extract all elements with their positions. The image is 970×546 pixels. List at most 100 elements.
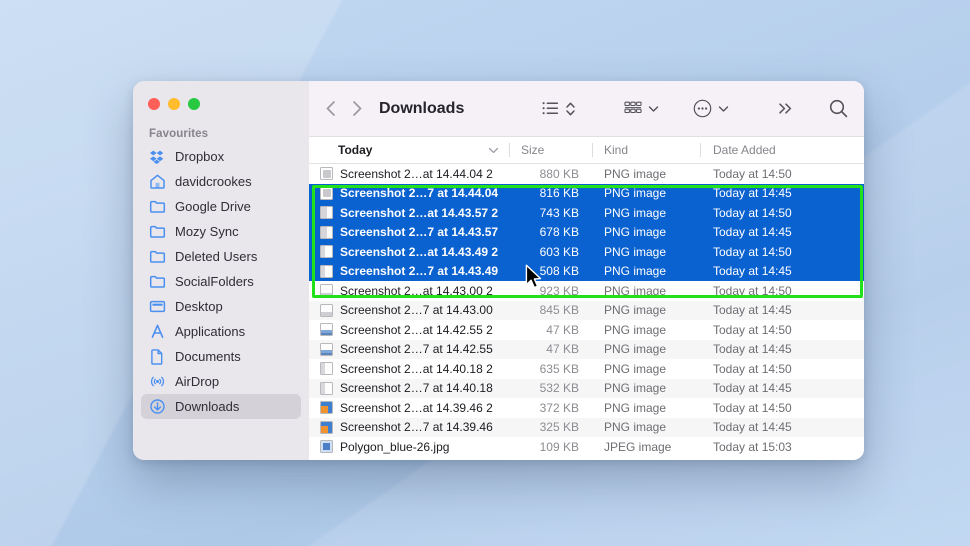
list-view-icon[interactable] — [542, 101, 559, 116]
file-name-cell: Screenshot 2…at 14.40.18 2 — [309, 362, 509, 376]
column-sort-chevron-icon[interactable] — [488, 143, 499, 157]
table-row[interactable]: Screenshot 2…7 at 14.42.55 47 KB PNG image… — [309, 339, 864, 359]
table-row[interactable]: Screenshot 2…at 14.43.57 2 743 KB PNG imag… — [309, 203, 864, 223]
file-thumbnail-icon — [320, 401, 333, 415]
file-size-cell: 635 KB — [539, 361, 579, 376]
forward-icon[interactable] — [352, 100, 363, 117]
sidebar-item-label: Deleted Users — [175, 249, 258, 264]
file-name-cell: Screenshot 2…7 at 14.40.18 — [309, 381, 509, 395]
file-kind-cell: PNG image — [604, 420, 667, 435]
table-row[interactable]: Screenshot 2…7 at 14.43.57 678 KB PNG imag… — [309, 222, 864, 242]
table-row[interactable]: Screenshot 2…7 at 14.43.00 845 KB PNG imag… — [309, 300, 864, 320]
table-row[interactable]: Screenshot 2…7 at 14.39.46 325 KB PNG imag… — [309, 417, 864, 437]
sidebar-item-list: Dropbox davidcrookes Google Drive Mozy Syn… — [133, 144, 309, 419]
back-icon[interactable] — [325, 100, 336, 117]
sidebar-item-google-drive[interactable]: Google Drive — [141, 194, 301, 219]
folder-icon — [149, 248, 166, 265]
sort-updown-icon[interactable] — [565, 101, 576, 117]
file-name-cell: Screenshot 2…7 at 14.42.55 — [309, 342, 509, 356]
file-date-added-cell: Today at 14:45 — [713, 264, 792, 279]
group-grid-icon[interactable] — [624, 101, 642, 116]
file-size-cell: 923 KB — [539, 283, 579, 298]
file-name-label: Polygon_blue-26.jpg — [340, 439, 450, 454]
file-list[interactable]: Screenshot 2…at 14.44.04 2 880 KB PNG imag… — [309, 164, 864, 460]
file-kind-cell: PNG image — [604, 186, 667, 201]
sidebar-item-label: Applications — [175, 324, 246, 339]
file-kind-cell: PNG image — [604, 244, 667, 259]
column-header-kind[interactable]: Kind — [592, 137, 700, 163]
airdrop-icon — [149, 373, 166, 390]
sidebar-item-downloads[interactable]: Downloads — [141, 394, 301, 419]
file-thumbnail-icon — [320, 167, 333, 181]
file-name-label: Screenshot 2…at 14.44.04 2 — [340, 166, 493, 181]
sidebar-item-deleted-users[interactable]: Deleted Users — [141, 244, 301, 269]
file-name-label: Screenshot 2…at 14.43.57 2 — [340, 205, 499, 220]
sidebar-item-label: Google Drive — [175, 199, 251, 214]
file-name-label: Screenshot 2…7 at 14.42.55 — [340, 342, 493, 357]
file-name-label: Screenshot 2…7 at 14.43.00 — [340, 303, 493, 318]
file-date-added-cell: Today at 14:45 — [713, 420, 792, 435]
sidebar-item-desktop[interactable]: Desktop — [141, 294, 301, 319]
sidebar-item-label: Mozy Sync — [175, 224, 239, 239]
sidebar-item-mozy-sync[interactable]: Mozy Sync — [141, 219, 301, 244]
action-chevron-down-icon[interactable] — [718, 105, 729, 113]
table-row[interactable]: Screenshot 2…7 at 14.40.18 532 KB PNG imag… — [309, 378, 864, 398]
file-thumbnail-icon — [320, 323, 333, 337]
table-row[interactable]: Screenshot 2…at 14.43.49 2 603 KB PNG imag… — [309, 242, 864, 262]
file-date-added-cell: Today at 14:45 — [713, 186, 792, 201]
file-date-added-cell: Today at 14:45 — [713, 303, 792, 318]
table-row[interactable]: Screenshot 2…at 14.44.04 2 880 KB PNG imag… — [309, 164, 864, 184]
table-row[interactable]: Screenshot 2…at 14.42.55 2 47 KB PNG image… — [309, 320, 864, 340]
minimize-button[interactable] — [168, 98, 180, 110]
sidebar-item-dropbox[interactable]: Dropbox — [141, 144, 301, 169]
file-size-cell: 603 KB — [539, 244, 579, 259]
column-header-size[interactable]: Size — [509, 137, 592, 163]
file-thumbnail-icon — [320, 186, 333, 200]
sidebar-item-label: Downloads — [175, 399, 240, 414]
file-thumbnail-icon — [320, 245, 333, 259]
file-name-label: Screenshot 2…7 at 14.43.49 — [340, 264, 499, 279]
table-row[interactable]: Polygon_blue-26.jpg 109 KB JPEG image Today… — [309, 437, 864, 457]
file-date-added-cell: Today at 14:50 — [713, 283, 792, 298]
sidebar-item-davidcrookes[interactable]: davidcrookes — [141, 169, 301, 194]
group-chevron-down-icon[interactable] — [648, 105, 659, 113]
file-kind-cell: PNG image — [604, 303, 667, 318]
close-button[interactable] — [148, 98, 160, 110]
column-header-name[interactable]: Today — [309, 137, 509, 163]
file-name-cell: Screenshot 2…7 at 14.43.57 — [309, 225, 509, 239]
file-thumbnail-icon — [320, 342, 333, 356]
downloads-icon — [149, 398, 166, 415]
table-row[interactable]: Screenshot 2…7 at 14.43.49 508 KB PNG imag… — [309, 261, 864, 281]
sidebar-item-applications[interactable]: Applications — [141, 319, 301, 344]
file-name-label: Screenshot 2…at 14.43.00 2 — [340, 283, 493, 298]
column-header-date-added[interactable]: Date Added — [700, 137, 864, 163]
mouse-cursor — [525, 264, 544, 296]
main-pane: Downloads Today Size Kind Date Added Scr… — [309, 81, 864, 460]
file-size-cell: 532 KB — [539, 381, 579, 396]
table-row[interactable]: Screenshot 2…at 14.40.18 2 635 KB PNG imag… — [309, 359, 864, 379]
file-thumbnail-icon — [320, 264, 333, 278]
sidebar-section-heading: Favourites — [149, 128, 209, 140]
sidebar-item-airdrop[interactable]: AirDrop — [141, 369, 301, 394]
file-name-cell: Screenshot 2…at 14.43.00 2 — [309, 284, 509, 298]
sidebar-item-documents[interactable]: Documents — [141, 344, 301, 369]
table-row[interactable]: Screenshot 2…7 at 14.44.04 816 KB PNG imag… — [309, 183, 864, 203]
file-size-cell: 678 KB — [539, 225, 579, 240]
file-kind-cell: PNG image — [604, 322, 667, 337]
sidebar-item-socialfolders[interactable]: SocialFolders — [141, 269, 301, 294]
dropbox-icon — [149, 148, 166, 165]
file-size-cell: 508 KB — [539, 264, 579, 279]
file-date-added-cell: Today at 14:50 — [713, 205, 792, 220]
file-size-cell: 47 KB — [546, 322, 579, 337]
folder-icon — [149, 223, 166, 240]
table-row[interactable]: Screenshot 2…at 14.39.46 2 372 KB PNG imag… — [309, 398, 864, 418]
more-toolbar-items-icon[interactable] — [777, 101, 795, 116]
file-size-cell: 845 KB — [539, 303, 579, 318]
action-ellipsis-icon[interactable] — [693, 99, 712, 118]
search-icon[interactable] — [829, 99, 848, 118]
table-row[interactable]: Screenshot 2…at 14.43.00 2 923 KB PNG imag… — [309, 281, 864, 301]
maximize-button[interactable] — [188, 98, 200, 110]
file-kind-cell: PNG image — [604, 381, 667, 396]
file-name-cell: Screenshot 2…at 14.43.57 2 — [309, 206, 509, 220]
file-date-added-cell: Today at 14:45 — [713, 381, 792, 396]
